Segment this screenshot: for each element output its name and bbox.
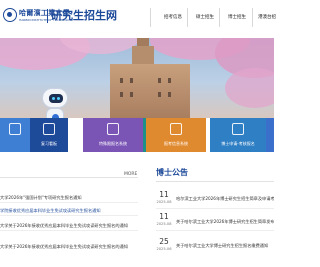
news-divider — [0, 177, 138, 178]
user-icon — [232, 123, 244, 135]
site-title: 研究生招生网 — [51, 9, 117, 22]
tile-special-registration[interactable]: 特殊限报名系统 — [83, 118, 143, 152]
nav-item-doctoral[interactable]: 博士招生 — [228, 14, 246, 20]
section-divider — [156, 181, 274, 182]
notice-item[interactable]: 哈尔滨工业大学2026年博士研究生招生简章及申请考核 — [176, 196, 274, 202]
site-header: 哈爾濱工業大學 HARBIN INSTITUTE OF TECHNOLOGY 研… — [0, 0, 276, 38]
tile-label: 特殊限报名系统 — [99, 141, 127, 146]
nav-divider — [187, 8, 188, 27]
nav-divider — [252, 8, 253, 27]
tile-label: 复习看板 — [41, 141, 57, 146]
nav-item-hk-macau-taiwan[interactable]: 港澳台招 — [258, 14, 276, 20]
nav-item-master[interactable]: 硕士招生 — [196, 14, 214, 20]
notice-date: 2025-06 — [156, 247, 172, 251]
news-item[interactable]: 大学2026年"强国计划"专项研究生报名通知 — [0, 195, 138, 201]
notice-day: 11 — [159, 190, 169, 199]
main-building-image — [110, 64, 190, 118]
form-icon — [107, 123, 119, 135]
notice-item[interactable]: 关于哈尔滨工业大学博士研究生招生报名缴费通知 — [176, 243, 274, 249]
nav-divider — [150, 8, 151, 27]
tile-label: 博士申请-考核报名 — [221, 141, 255, 146]
tile-label: 报考信息系统 — [164, 141, 188, 146]
notice-day: 25 — [159, 237, 169, 246]
hero-banner — [0, 38, 274, 118]
news-item[interactable]: 学院接收优秀应届本科毕业生免试攻读研究生报名通知 — [0, 208, 138, 214]
news-item[interactable]: 大学关于2026年接收优秀应届本科毕业生免试攻读研究生报名的通知 — [0, 223, 138, 229]
tile-application-system[interactable]: 报考信息系统 — [146, 118, 206, 152]
robot-mascot-image — [40, 88, 70, 118]
notice-day: 11 — [159, 212, 169, 221]
header-divider — [47, 9, 48, 23]
tile-doctoral-application[interactable]: 博士申请-考核报名 — [210, 118, 266, 152]
tile-link[interactable] — [0, 118, 30, 152]
document-icon — [170, 123, 182, 135]
notice-date: 2025-08 — [156, 200, 172, 204]
link-icon — [9, 123, 21, 135]
tile-review-board[interactable]: 复习看板 — [30, 118, 68, 152]
notice-date: 2025-08 — [156, 222, 172, 226]
nav-divider — [219, 8, 220, 27]
quick-link-tiles: 复习看板 特殊限报名系统 报考信息系统 博士申请-考核报名 — [0, 118, 274, 152]
section-title-doctoral: 博士公告 — [156, 168, 188, 177]
university-logo-icon[interactable] — [3, 8, 17, 22]
notice-item[interactable]: 关于哈尔滨工业大学2026年博士研究生招生简章发布 — [176, 219, 274, 225]
nav-item-exam-info[interactable]: 招考信息 — [164, 14, 182, 20]
board-icon — [43, 123, 55, 135]
tile-link[interactable] — [266, 118, 274, 152]
news-item[interactable]: 大学关于2026年接收优秀应届本科毕业生免试攻读研究生报名的通知 — [0, 244, 138, 250]
